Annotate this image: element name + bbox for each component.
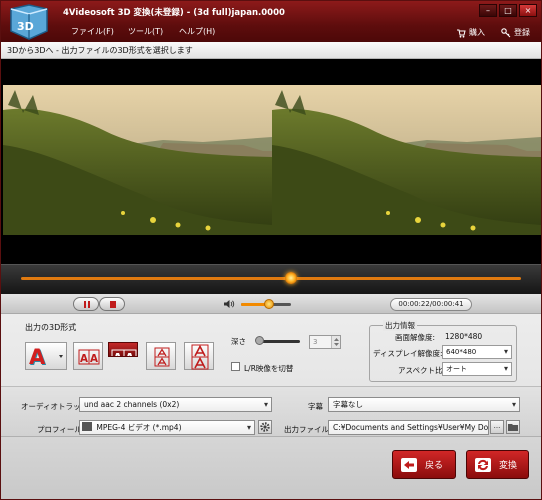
depth-label: 深さ (231, 337, 246, 346)
stop-button[interactable] (99, 297, 125, 311)
breadcrumb-bar: 3Dから3Dへ - 出力ファイルの3D形式を選択します (1, 42, 541, 59)
app-logo-icon: 3D (5, 3, 53, 41)
cart-icon (456, 28, 466, 38)
side-by-side-full-icon: A A (111, 349, 137, 357)
buy-label: 購入 (469, 28, 485, 37)
convert-icon (475, 457, 491, 472)
volume-icon[interactable] (223, 299, 235, 309)
svg-text:A: A (80, 352, 88, 365)
folder-icon (508, 424, 518, 431)
video-preview (1, 59, 541, 264)
chevron-down-icon: ▾ (511, 400, 516, 409)
menu-file[interactable]: ファイル(F) (71, 26, 114, 37)
convert-label: 変換 (499, 461, 518, 471)
buy-link[interactable]: 購入 (456, 27, 485, 38)
gear-icon (260, 422, 270, 432)
back-arrow-icon (401, 457, 417, 472)
minimize-button[interactable]: – (479, 4, 497, 17)
convert-button[interactable]: 変換 (466, 450, 529, 479)
action-bar (1, 436, 541, 499)
top-bottom-full-icon (191, 344, 209, 370)
stepper-arrows-icon[interactable] (331, 336, 340, 348)
volume-handle[interactable] (263, 299, 274, 309)
open-folder-button[interactable] (506, 420, 520, 434)
timeline-handle[interactable] (285, 272, 297, 284)
swap-lr-label: L/R映像を切替 (244, 364, 294, 373)
display-resolution-select[interactable]: 640*480 ▾ (442, 345, 512, 359)
chevron-down-icon: ▾ (263, 400, 268, 409)
format-side-by-side-half-button[interactable]: A A (73, 342, 103, 370)
screen-resolution-value: 1280*480 (445, 332, 483, 341)
window-title: 4Videosoft 3D 変換(未登録) - (3d full)japan.0… (63, 8, 285, 18)
settings-panel: 00:00:22/00:00:41 出力の3D形式 A A A A A A 深さ… (1, 294, 541, 499)
profile-settings-button[interactable] (258, 420, 272, 434)
video-left-eye (3, 85, 272, 235)
timeline[interactable] (1, 264, 541, 294)
format-anaglyph-button[interactable]: A A (25, 342, 67, 370)
video-right-eye (272, 85, 541, 235)
depth-handle[interactable] (255, 336, 264, 345)
display-resolution-label: ディスプレイ解像度: (373, 349, 443, 358)
svg-text:3D: 3D (17, 20, 34, 33)
output-path-value: C:¥Documents and Settings¥User¥My Docume… (333, 423, 489, 432)
side-by-side-half-icon: A A (78, 349, 100, 365)
close-button[interactable]: × (519, 4, 537, 17)
svg-text:A: A (125, 351, 135, 357)
menu-tools[interactable]: ツール(T) (128, 26, 163, 37)
svg-text:A: A (90, 352, 98, 365)
format-top-bottom-half-button[interactable] (146, 342, 176, 370)
audio-track-select[interactable]: und aac 2 channels (0x2) ▾ (79, 397, 272, 412)
timeline-track[interactable] (21, 277, 521, 280)
depth-slider[interactable] (260, 340, 300, 343)
stop-icon (110, 301, 116, 308)
pause-button[interactable] (73, 297, 99, 311)
chevron-down-icon: ▾ (503, 364, 508, 373)
format-top-bottom-full-button[interactable] (184, 342, 214, 370)
format-side-by-side-full-button[interactable]: A A (108, 342, 138, 357)
subtitle-select[interactable]: 字幕なし ▾ (328, 397, 520, 412)
top-bottom-half-icon (154, 347, 170, 367)
profile-label: プロフィール (37, 425, 82, 434)
depth-value: 3 (313, 338, 318, 346)
pause-icon (84, 301, 90, 308)
title-bar: 3D 4Videosoft 3D 変換(未登録) - (3d full)japa… (1, 1, 541, 42)
audio-track-label: オーディオトラック (21, 402, 88, 411)
browse-button[interactable]: ... (490, 420, 504, 434)
format-section-label: 出力の3D形式 (25, 323, 77, 332)
aspect-ratio-select[interactable]: オート ▾ (442, 362, 512, 376)
subtitle-value: 字幕なし (333, 400, 363, 409)
profile-value: MPEG-4 ビデオ (*.mp4) (96, 423, 182, 432)
output-info-title: 出力情報 (383, 320, 417, 331)
screen-resolution-label: 画面解像度: (395, 333, 436, 342)
menu-help[interactable]: ヘルプ(H) (179, 26, 215, 37)
output-file-label: 出力ファイル (284, 425, 329, 434)
audio-track-value: und aac 2 channels (0x2) (84, 400, 180, 409)
mp4-format-icon (82, 422, 92, 431)
breadcrumb: 3Dから3Dへ - 出力ファイルの3D形式を選択します (7, 46, 193, 55)
chevron-down-icon: ▾ (246, 423, 251, 432)
aspect-ratio-label: アスペクト比 (398, 366, 443, 375)
display-resolution-value: 640*480 (446, 348, 477, 356)
maximize-button[interactable]: □ (499, 4, 517, 17)
anaglyph-icon: A A (29, 345, 63, 370)
register-link[interactable]: 登録 (501, 27, 530, 38)
key-icon (501, 27, 511, 38)
svg-text:A: A (113, 351, 123, 357)
register-label: 登録 (514, 28, 530, 37)
back-button[interactable]: 戻る (392, 450, 456, 479)
time-display: 00:00:22/00:00:41 (390, 298, 472, 311)
playback-controls: 00:00:22/00:00:41 (1, 294, 541, 314)
aspect-ratio-value: オート (446, 365, 467, 373)
back-label: 戻る (425, 461, 444, 471)
depth-stepper[interactable]: 3 (309, 335, 341, 349)
subtitle-label: 字幕 (308, 402, 323, 411)
swap-lr-checkbox[interactable] (231, 362, 240, 371)
chevron-down-icon: ▾ (503, 347, 508, 356)
svg-text:A: A (29, 345, 46, 369)
profile-select[interactable]: MPEG-4 ビデオ (*.mp4) ▾ (79, 420, 255, 435)
app-window: 3D 4Videosoft 3D 変換(未登録) - (3d full)japa… (0, 0, 542, 500)
output-path-field[interactable]: C:¥Documents and Settings¥User¥My Docume… (328, 420, 489, 435)
